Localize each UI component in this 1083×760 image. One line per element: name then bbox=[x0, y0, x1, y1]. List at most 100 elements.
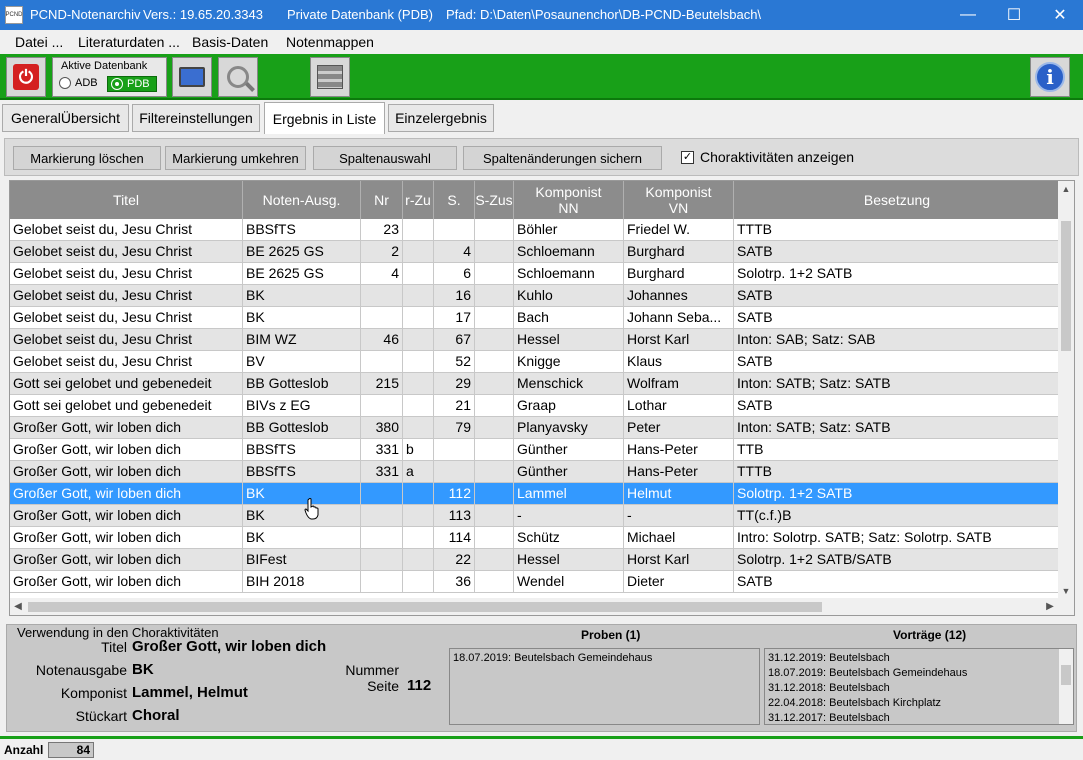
cell-seite-zusatz bbox=[475, 395, 514, 416]
table-row[interactable]: Gelobet seist du, Jesu Christ BK 17 Bach Joh… bbox=[10, 307, 1060, 329]
cell-komponist-vn: Michael bbox=[624, 527, 734, 548]
cell-besetzung: Solotrp. 1+2 SATB bbox=[737, 265, 853, 281]
minimize-button[interactable]: — bbox=[945, 0, 991, 30]
col-header-komponist-nn[interactable]: Komponist NN bbox=[514, 181, 624, 219]
vortraege-scrollbar[interactable] bbox=[1059, 649, 1073, 724]
menu-datei[interactable]: Datei ... bbox=[15, 34, 63, 50]
scroll-right-icon[interactable]: ▶ bbox=[1042, 598, 1058, 615]
cell-titel: Gott sei gelobet und gebenedeit bbox=[10, 373, 243, 394]
cell-titel: Gelobet seist du, Jesu Christ bbox=[10, 263, 243, 284]
grid-horizontal-scroll-thumb[interactable] bbox=[28, 602, 822, 612]
cell-komponist-nn: Hessel bbox=[514, 549, 624, 570]
close-button[interactable]: ✕ bbox=[1037, 0, 1083, 30]
cell-seite-zusatz bbox=[475, 285, 514, 306]
search-button[interactable] bbox=[218, 57, 258, 97]
col-header-nr[interactable]: Nr bbox=[361, 181, 403, 219]
col-header-titel[interactable]: Titel bbox=[10, 181, 243, 219]
maximize-button[interactable]: ☐ bbox=[991, 0, 1037, 30]
cell-nr-zusatz bbox=[403, 549, 434, 570]
vortraege-scroll-thumb[interactable] bbox=[1061, 665, 1071, 685]
count-label: Anzahl bbox=[4, 743, 44, 757]
list-item[interactable]: 22.04.2018: Beutelsbach Kirchplatz bbox=[768, 696, 1070, 711]
cell-komponist-nn: Günther bbox=[514, 439, 624, 460]
cell-noten-ausgabe: BE 2625 GS bbox=[243, 263, 361, 284]
cell-noten-ausgabe: BK bbox=[243, 285, 361, 306]
cell-seite: 29 bbox=[434, 373, 475, 394]
nummer-label: Nummer bbox=[345, 662, 399, 678]
show-choir-activities-checkbox[interactable]: ✓ Choraktivitäten anzeigen bbox=[681, 149, 854, 165]
monitor-button[interactable] bbox=[172, 57, 212, 97]
cell-nr: 331 bbox=[361, 439, 403, 460]
menu-basis-daten[interactable]: Basis-Daten bbox=[192, 34, 268, 50]
tab-einzelergebnis[interactable]: Einzelergebnis bbox=[388, 104, 494, 132]
cell-nr-zusatz bbox=[403, 527, 434, 548]
table-row[interactable]: Großer Gott, wir loben dich BK 113- - TT(c.f… bbox=[10, 505, 1060, 527]
col-header-komponist-vn[interactable]: Komponist VN bbox=[624, 181, 734, 219]
list-item[interactable]: 18.07.2019: Beutelsbach Gemeindehaus bbox=[453, 651, 756, 666]
tab-filtereinstellungen[interactable]: Filtereinstellungen bbox=[132, 104, 260, 132]
table-row[interactable]: Großer Gott, wir loben dich BK 114 Schütz Mi… bbox=[10, 527, 1060, 549]
pdb-label: PDB bbox=[127, 78, 150, 90]
table-row[interactable]: Gelobet seist du, Jesu Christ BIM WZ 46 67 H… bbox=[10, 329, 1060, 351]
info-button[interactable]: i bbox=[1030, 57, 1070, 97]
cell-noten-ausgabe: BB Gotteslob bbox=[243, 373, 361, 394]
table-row[interactable]: Gott sei gelobet und gebenedeit BIVs z EG… bbox=[10, 395, 1060, 417]
table-row[interactable]: Großer Gott, wir loben dich BB Gotteslob 3… bbox=[10, 417, 1060, 439]
invert-marks-button[interactable]: Markierung umkehren bbox=[165, 146, 306, 170]
save-columns-button[interactable]: Spaltenänderungen sichern bbox=[463, 146, 662, 170]
cell-noten-ausgabe: BBSfTS bbox=[243, 461, 361, 482]
menu-notenmappen[interactable]: Notenmappen bbox=[286, 34, 374, 50]
list-item[interactable]: 31.12.2017: Beutelsbach bbox=[768, 711, 1070, 724]
cell-besetzung: Inton: SATB; Satz: SATB bbox=[737, 375, 891, 391]
scroll-down-icon[interactable]: ▼ bbox=[1058, 583, 1074, 599]
vortraege-list[interactable]: 31.12.2019: Beutelsbach 18.07.2019: Beute… bbox=[764, 648, 1074, 725]
table-row-selected[interactable]: Großer Gott, wir loben dich BK 112 Lammel He… bbox=[10, 483, 1060, 505]
books-button[interactable] bbox=[310, 57, 350, 97]
proben-list[interactable]: 18.07.2019: Beutelsbach Gemeindehaus bbox=[449, 648, 760, 725]
column-select-button[interactable]: Spaltenauswahl bbox=[313, 146, 457, 170]
pdb-radio[interactable]: PDB bbox=[107, 76, 157, 92]
adb-label: ADB bbox=[75, 77, 98, 89]
komponist-label: Komponist bbox=[60, 685, 127, 701]
cell-noten-ausgabe: BB Gotteslob bbox=[243, 417, 361, 438]
cell-nr-zusatz bbox=[403, 505, 434, 526]
menu-literaturdaten[interactable]: Literaturdaten ... bbox=[78, 34, 180, 50]
cell-seite: 17 bbox=[434, 307, 475, 328]
table-row[interactable]: Gelobet seist du, Jesu Christ BV 52 Knigge K… bbox=[10, 351, 1060, 373]
table-row[interactable]: Gelobet seist du, Jesu Christ BE 2625 GS 4… bbox=[10, 263, 1060, 285]
col-header-nr-zusatz[interactable]: r-Zu bbox=[403, 181, 434, 219]
cell-komponist-vn: Klaus bbox=[624, 351, 734, 372]
scroll-left-icon[interactable]: ◀ bbox=[10, 598, 26, 615]
result-grid[interactable]: Titel Noten-Ausg. Nr r-Zu S. S-Zus Kompo… bbox=[9, 180, 1075, 616]
database-path: Pfad: D:\Daten\Posaunenchor\DB-PCND-Beut… bbox=[446, 7, 762, 22]
tab-general-uebersicht[interactable]: GeneralÜbersicht bbox=[2, 104, 129, 132]
grid-vertical-scrollbar[interactable]: ▲ ▼ bbox=[1058, 181, 1074, 599]
cell-noten-ausgabe: BIFest bbox=[243, 549, 361, 570]
adb-radio[interactable]: ADB bbox=[59, 77, 98, 89]
grid-horizontal-scrollbar[interactable]: ◀ ▶ bbox=[10, 598, 1074, 615]
col-header-seite-zusatz[interactable]: S-Zus bbox=[475, 181, 514, 219]
list-item[interactable]: 31.12.2018: Beutelsbach bbox=[768, 681, 1070, 696]
cell-komponist-vn: Wolfram bbox=[624, 373, 734, 394]
col-header-noten-ausgabe[interactable]: Noten-Ausg. bbox=[243, 181, 361, 219]
table-row[interactable]: Gelobet seist du, Jesu Christ BBSfTS 23 Böh… bbox=[10, 219, 1060, 241]
exit-button[interactable]: ⏻ bbox=[6, 57, 46, 97]
table-row[interactable]: Großer Gott, wir loben dich BIFest 22 Hesse… bbox=[10, 549, 1060, 571]
col-header-seite[interactable]: S. bbox=[434, 181, 475, 219]
cell-nr-zusatz bbox=[403, 263, 434, 284]
table-row[interactable]: Gelobet seist du, Jesu Christ BK 16 Kuhlo Jo… bbox=[10, 285, 1060, 307]
cell-titel: Großer Gott, wir loben dich bbox=[10, 549, 243, 570]
table-row[interactable]: Großer Gott, wir loben dich BBSfTS 331 b Gün… bbox=[10, 439, 1060, 461]
search-icon bbox=[227, 66, 249, 88]
col-header-besetzung[interactable]: Besetzung bbox=[734, 181, 1060, 219]
table-row[interactable]: Großer Gott, wir loben dich BIH 2018 36 Wen… bbox=[10, 571, 1060, 593]
scroll-up-icon[interactable]: ▲ bbox=[1058, 181, 1074, 197]
table-row[interactable]: Großer Gott, wir loben dich BBSfTS 331 a Gün… bbox=[10, 461, 1060, 483]
tab-ergebnis-in-liste[interactable]: Ergebnis in Liste bbox=[264, 102, 385, 134]
grid-vertical-scroll-thumb[interactable] bbox=[1061, 221, 1071, 351]
list-item[interactable]: 18.07.2019: Beutelsbach Gemeindehaus bbox=[768, 666, 1070, 681]
clear-marks-button[interactable]: Markierung löschen bbox=[13, 146, 161, 170]
list-item[interactable]: 31.12.2019: Beutelsbach bbox=[768, 651, 1070, 666]
table-row[interactable]: Gott sei gelobet und gebenedeit BB Gottes… bbox=[10, 373, 1060, 395]
table-row[interactable]: Gelobet seist du, Jesu Christ BE 2625 GS 2… bbox=[10, 241, 1060, 263]
